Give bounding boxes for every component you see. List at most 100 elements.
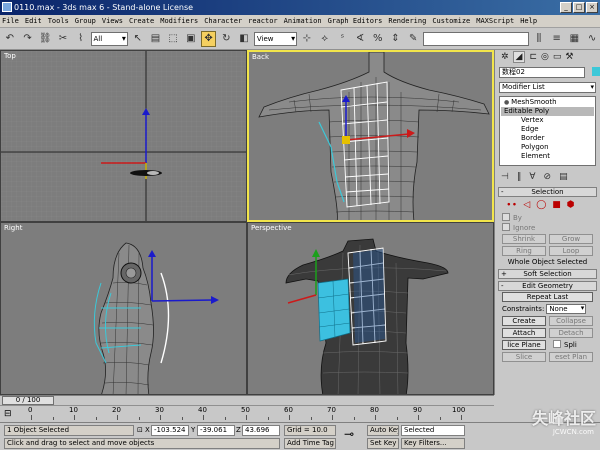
stack-item-edge[interactable]: Edge xyxy=(501,125,594,134)
time-slider[interactable]: 0 / 100 xyxy=(0,395,494,405)
viewport-label-right[interactable]: Right xyxy=(4,224,22,232)
rect-selection-icon[interactable]: ⬚ xyxy=(165,31,181,47)
stack-item-element[interactable]: Element xyxy=(501,152,594,161)
time-slider-thumb[interactable]: 0 / 100 xyxy=(2,396,54,405)
border-mode-icon[interactable]: ◯ xyxy=(536,200,546,210)
track-bar[interactable]: ⊟ 0 10 20 30 40 50 60 70 80 90 100 xyxy=(0,405,494,422)
menu-help[interactable]: Help xyxy=(520,17,537,25)
align-icon[interactable]: ≡ xyxy=(549,31,565,47)
element-mode-icon[interactable]: ⬢ xyxy=(567,200,575,210)
menu-tools[interactable]: Tools xyxy=(48,17,69,25)
soft-selection-rollout-header[interactable]: + Soft Selection xyxy=(498,269,597,279)
x-coordinate-field[interactable]: -103.524 xyxy=(151,425,189,436)
lock-selection-icon[interactable]: ⊡ xyxy=(137,425,143,436)
menu-maxscript[interactable]: MAXScript xyxy=(476,17,514,25)
edge-mode-icon[interactable]: ◁ xyxy=(523,200,530,210)
polygon-mode-icon[interactable]: ■ xyxy=(552,200,561,210)
stack-item-polygon[interactable]: Polygon xyxy=(501,143,594,152)
z-coordinate-field[interactable]: 43.696 xyxy=(242,425,280,436)
modifier-list-select[interactable]: Modifier List xyxy=(499,82,596,93)
menu-animation[interactable]: Animation xyxy=(284,17,322,25)
split-checkbox[interactable]: Spli xyxy=(549,340,593,350)
select-object-icon[interactable]: ↖ xyxy=(130,31,146,47)
stack-item-border[interactable]: Border xyxy=(501,134,594,143)
motion-tab-icon[interactable]: ◎ xyxy=(541,52,549,62)
select-move-icon[interactable]: ✥ xyxy=(200,30,217,47)
reference-coord-select[interactable]: View xyxy=(253,31,298,46)
set-key-button[interactable]: Set Key xyxy=(367,438,399,449)
collapse-button[interactable]: Collapse xyxy=(549,316,593,326)
menu-file[interactable]: File xyxy=(2,17,19,25)
select-rotate-icon[interactable]: ↻ xyxy=(218,31,234,47)
viewport-label-perspective[interactable]: Perspective xyxy=(251,224,292,232)
menu-customize[interactable]: Customize xyxy=(432,17,470,25)
stack-item-vertex[interactable]: Vertex xyxy=(501,116,594,125)
viewport-perspective[interactable]: Perspective xyxy=(247,222,494,395)
object-name-field[interactable]: 数程02 xyxy=(499,67,585,78)
stack-item-editable-poly[interactable]: Editable Poly xyxy=(501,107,594,116)
minimize-button[interactable]: _ xyxy=(560,2,572,13)
pin-stack-icon[interactable]: ⊣ xyxy=(501,172,509,182)
key-mode-select[interactable]: Selected xyxy=(401,425,465,436)
viewport-label-back[interactable]: Back xyxy=(252,53,269,61)
select-scale-icon[interactable]: ◧ xyxy=(236,31,252,47)
menu-edit[interactable]: Edit xyxy=(25,17,42,25)
mirror-icon[interactable]: ⫼ xyxy=(531,31,547,47)
grow-button[interactable]: Grow xyxy=(549,234,593,244)
create-tab-icon[interactable]: ✲ xyxy=(501,52,509,62)
snaps-toggle-icon[interactable]: ˢ xyxy=(335,31,351,47)
edit-geometry-rollout-header[interactable]: - Edit Geometry xyxy=(498,281,597,291)
undo-icon[interactable]: ↶ xyxy=(2,31,18,47)
link-icon[interactable]: ⛓ xyxy=(37,31,53,47)
menu-character[interactable]: Character xyxy=(204,17,242,25)
stack-item-meshsmooth[interactable]: MeshSmooth xyxy=(501,98,594,107)
menu-modifiers[interactable]: Modifiers xyxy=(160,17,198,25)
utilities-tab-icon[interactable]: ⚒ xyxy=(565,52,573,62)
viewport-label-top[interactable]: Top xyxy=(4,52,16,60)
constraints-select[interactable]: None xyxy=(546,304,587,314)
angle-snap-icon[interactable]: ∢ xyxy=(352,31,368,47)
menu-views[interactable]: Views xyxy=(102,17,123,25)
object-color-swatch[interactable] xyxy=(591,67,600,76)
add-time-tag-button[interactable]: Add Time Tag xyxy=(284,438,336,449)
layer-manager-icon[interactable]: ▦ xyxy=(567,31,583,47)
display-tab-icon[interactable]: ▭ xyxy=(553,52,562,62)
menu-create[interactable]: Create xyxy=(129,17,154,25)
create-button[interactable]: Create xyxy=(502,316,546,326)
viewport-back[interactable]: Back xyxy=(247,50,494,222)
maximize-button[interactable]: □ xyxy=(573,2,585,13)
selection-filter-select[interactable]: All xyxy=(90,31,128,46)
auto-key-button[interactable]: Auto Key xyxy=(367,425,399,436)
shrink-button[interactable]: Shrink xyxy=(502,234,546,244)
detach-button[interactable]: Detach xyxy=(549,328,593,338)
window-crossing-icon[interactable]: ▣ xyxy=(183,31,199,47)
key-filters-button[interactable]: Key Filters... xyxy=(401,438,465,449)
repeat-last-button[interactable]: Repeat Last xyxy=(502,292,593,302)
loop-button[interactable]: Loop xyxy=(549,246,593,256)
hierarchy-tab-icon[interactable]: ⊏ xyxy=(529,52,537,62)
y-coordinate-field[interactable]: -39.061 xyxy=(197,425,235,436)
select-manipulate-icon[interactable]: ⟡ xyxy=(317,31,333,47)
pivot-center-icon[interactable]: ⊹ xyxy=(299,31,315,47)
menu-graph-editors[interactable]: Graph Editors xyxy=(328,17,383,25)
menu-group[interactable]: Group xyxy=(75,17,96,25)
trackbar-key-icon[interactable]: ⊟ xyxy=(4,409,12,419)
by-vertex-checkbox[interactable]: By xyxy=(498,213,597,223)
show-end-result-icon[interactable]: ‖ xyxy=(517,172,522,182)
ignore-backfacing-checkbox[interactable]: Ignore xyxy=(498,223,597,233)
unlink-icon[interactable]: ✂ xyxy=(55,31,71,47)
percent-snap-icon[interactable]: % xyxy=(370,31,386,47)
slice-button[interactable]: Slice xyxy=(502,352,546,362)
vertex-mode-icon[interactable]: ∙∙ xyxy=(506,200,517,210)
reset-plane-button[interactable]: eset Plan xyxy=(549,352,593,362)
configure-sets-icon[interactable]: ▤ xyxy=(559,172,568,182)
viewport-right[interactable]: Right xyxy=(0,222,247,395)
remove-modifier-icon[interactable]: ⊘ xyxy=(544,172,552,182)
app-icon[interactable] xyxy=(2,2,12,12)
named-selection-field[interactable] xyxy=(423,31,530,46)
close-button[interactable]: × xyxy=(586,2,598,13)
menu-reactor[interactable]: reactor xyxy=(248,17,278,25)
modify-tab-icon[interactable]: ◢ xyxy=(512,51,526,63)
set-key-mode-icon[interactable]: ⊸ xyxy=(344,428,354,440)
attach-button[interactable]: Attach xyxy=(502,328,546,338)
